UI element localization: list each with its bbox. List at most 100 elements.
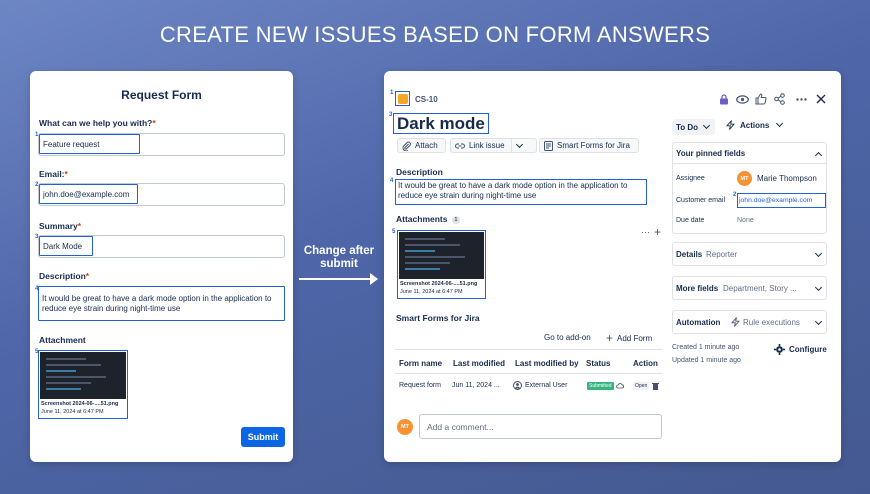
- issue-card: 1 CS-10 3 Dark mode Attach Link issue Sm…: [384, 71, 841, 462]
- lock-icon[interactable]: [719, 94, 729, 105]
- plus-icon: +: [606, 331, 614, 345]
- cloud-icon[interactable]: [616, 382, 624, 390]
- paperclip-icon: [402, 141, 411, 151]
- col-action: Action: [633, 359, 658, 368]
- attachments-heading: Attachments 1: [396, 214, 460, 224]
- summary-value: Dark Mode: [39, 236, 93, 256]
- automation-label: Automation: [676, 318, 721, 327]
- updated-time: Updated 1 minute ago: [672, 357, 741, 364]
- chevron-down-icon: [814, 249, 823, 258]
- comment-input[interactable]: Add a comment...: [419, 414, 662, 439]
- marker-1: 1: [35, 132, 39, 138]
- col-last-modified-by: Last modified by: [515, 359, 579, 368]
- marker-5: 5: [392, 229, 396, 235]
- smart-forms-heading: Smart Forms for Jira: [396, 313, 480, 323]
- more-icon[interactable]: [796, 98, 807, 101]
- due-date-label: Due date: [676, 217, 705, 224]
- row-form-name[interactable]: Request form: [399, 382, 441, 389]
- due-date-value[interactable]: None: [737, 217, 754, 224]
- description-field[interactable]: It would be great to have a dark mode op…: [38, 286, 285, 321]
- eye-icon[interactable]: [736, 95, 749, 104]
- status-badge: Submitted: [587, 382, 614, 390]
- add-form-button[interactable]: + Add Form: [606, 331, 652, 345]
- form-icon: [544, 140, 553, 151]
- gear-icon: [774, 344, 785, 355]
- smart-forms-button[interactable]: Smart Forms for Jira: [539, 138, 639, 153]
- attachment-label: Attachment: [39, 335, 86, 345]
- lightning-icon: [731, 317, 740, 327]
- thumbs-up-icon[interactable]: [755, 93, 767, 105]
- actions-dropdown[interactable]: Actions: [726, 119, 784, 130]
- user-icon: [513, 381, 522, 390]
- chevron-up-icon[interactable]: [814, 151, 823, 160]
- link-icon: [455, 143, 465, 148]
- attachments-count: 1: [451, 215, 460, 224]
- summary-label: Summary*: [39, 221, 82, 231]
- marker-2: 2: [35, 182, 39, 188]
- marker-2: 2: [733, 192, 737, 198]
- link-issue-button[interactable]: Link issue: [450, 138, 537, 153]
- pinned-fields-panel: Your pinned fields Assignee MT Marie Tho…: [672, 142, 827, 234]
- screenshot-preview: [40, 352, 126, 399]
- lightning-icon: [726, 120, 735, 130]
- marker-4: 4: [390, 178, 394, 184]
- automation-value: Rule executions: [743, 318, 800, 327]
- attachment-thumbnail[interactable]: Screenshot 2024-06-....51.png June 11, 2…: [38, 350, 128, 419]
- customer-email-label: Customer email: [676, 197, 726, 204]
- open-form-button[interactable]: Open: [633, 382, 650, 390]
- issue-attachment-date: June 11, 2024 at 6:47 PM: [400, 289, 463, 295]
- marker-3: 3: [389, 112, 393, 118]
- attachment-date: June 11, 2024 at 6:47 PM: [41, 409, 104, 415]
- attachments-more-icon[interactable]: ···: [641, 227, 650, 237]
- share-icon[interactable]: [774, 93, 785, 105]
- description-value: It would be great to have a dark mode op…: [42, 293, 272, 313]
- col-form-name: Form name: [399, 359, 443, 368]
- details-panel[interactable]: Details Reporter: [672, 242, 827, 266]
- issue-key[interactable]: CS-10: [415, 95, 438, 104]
- created-time: Created 1 minute ago: [672, 344, 740, 351]
- submit-button[interactable]: Submit: [241, 427, 285, 447]
- automation-panel[interactable]: Automation Rule executions: [672, 310, 827, 334]
- change-after-submit-label: Change after submit: [303, 245, 375, 270]
- headline: CREATE NEW ISSUES BASED ON FORM ANSWERS: [159, 22, 711, 47]
- col-status: Status: [586, 359, 611, 368]
- q1-value: Feature request: [39, 134, 140, 154]
- marker-3: 3: [35, 234, 39, 240]
- details-label: Details: [676, 250, 703, 259]
- configure-button[interactable]: Configure: [774, 344, 827, 355]
- attachment-name: Screenshot 2024-06-....51.png: [41, 401, 119, 407]
- assignee-label: Assignee: [676, 175, 705, 182]
- attach-button[interactable]: Attach: [397, 138, 446, 153]
- more-fields-label: More fields: [676, 284, 719, 293]
- arrow-head-icon: [370, 273, 378, 285]
- status-dropdown[interactable]: To Do: [672, 119, 715, 135]
- row-last-modified: Jun 11, 2024 ...: [452, 382, 500, 389]
- link-dropdown[interactable]: [510, 139, 527, 152]
- assignee-value[interactable]: Marie Thompson: [757, 174, 817, 183]
- form-title: Request Form: [121, 88, 202, 102]
- pinned-fields-title: Your pinned fields: [676, 149, 746, 158]
- commenter-avatar: MT: [397, 419, 413, 435]
- more-fields-panel[interactable]: More fields Department, Story ...: [672, 276, 827, 300]
- issue-title[interactable]: Dark mode: [393, 113, 489, 134]
- assignee-avatar: MT: [737, 171, 752, 186]
- go-to-addon-button[interactable]: Go to add-on: [544, 333, 591, 342]
- attachments-add-icon[interactable]: +: [654, 225, 661, 239]
- email-label: Email:*: [39, 169, 68, 179]
- marker-1: 1: [390, 90, 394, 96]
- arrow-right-icon: [299, 278, 371, 280]
- request-form-card: Request Form What can we help you with?*…: [30, 71, 293, 462]
- description-heading: Description: [396, 167, 443, 177]
- col-last-modified: Last modified: [453, 359, 506, 368]
- trash-icon[interactable]: [652, 382, 659, 390]
- customer-email-value[interactable]: john.doe@example.com: [737, 193, 826, 208]
- issue-type-icon[interactable]: [395, 91, 410, 106]
- more-fields-value: Department, Story ...: [723, 284, 797, 293]
- q1-label: What can we help you with?*: [39, 118, 156, 128]
- issue-attachment-thumbnail[interactable]: Screenshot 2024-06-....51.png June 11, 2…: [397, 230, 486, 299]
- issue-description[interactable]: It would be great to have a dark mode op…: [395, 179, 647, 205]
- email-value: john.doe@example.com: [39, 184, 138, 204]
- close-icon[interactable]: [816, 94, 826, 104]
- issue-attachment-name: Screenshot 2024-06-....51.png: [400, 281, 478, 287]
- chevron-down-icon: [814, 317, 823, 326]
